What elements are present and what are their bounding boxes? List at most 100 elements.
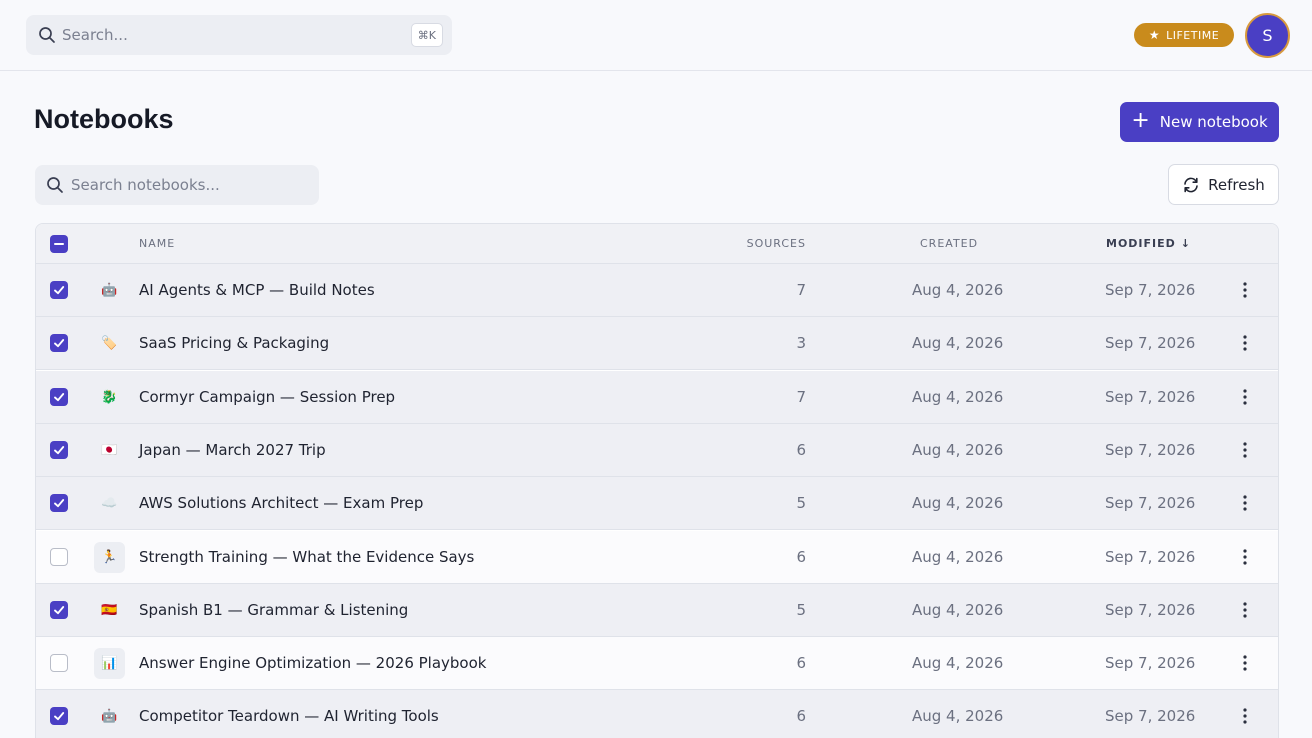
row-checkbox[interactable] — [50, 281, 68, 299]
refresh-icon — [1184, 177, 1198, 192]
column-header-created[interactable]: CREATED — [920, 237, 978, 250]
notebook-name[interactable]: Japan — March 2027 Trip — [139, 441, 326, 459]
table-row[interactable]: 🤖 Competitor Teardown — AI Writing Tools 6… — [36, 690, 1278, 738]
new-notebook-button[interactable]: + New notebook — [1120, 102, 1279, 142]
notebook-sources-count: 6 — [796, 547, 806, 566]
row-checkbox[interactable] — [50, 547, 68, 566]
more-vertical-icon — [1243, 282, 1247, 298]
check-icon — [54, 499, 65, 508]
notebook-sources-count: 6 — [796, 440, 806, 459]
notebook-name[interactable]: Competitor Teardown — AI Writing Tools — [139, 707, 439, 725]
notebook-sources-count: 3 — [796, 334, 806, 353]
refresh-label: Refresh — [1208, 175, 1265, 194]
row-checkbox[interactable] — [50, 387, 68, 406]
notebook-icon: 📊 — [94, 648, 125, 680]
table-row[interactable]: 📊 Answer Engine Optimization — 2026 Playb… — [36, 637, 1278, 691]
row-actions-button[interactable] — [1236, 600, 1254, 620]
notebook-modified-date: Sep 7, 2026 — [1105, 547, 1196, 566]
avatar-initial: S — [1262, 26, 1273, 45]
notebook-icon: 🇪🇸 — [101, 602, 118, 618]
column-header-modified-label: MODIFIED — [1106, 237, 1176, 250]
notebook-created-date: Aug 4, 2026 — [912, 494, 1004, 513]
more-vertical-icon — [1243, 548, 1247, 565]
column-header-sources[interactable]: SOURCES — [747, 237, 806, 250]
table-row[interactable]: 🇯🇵 Japan — March 2027 Trip 6 Aug 4, 2026 Sep… — [36, 423, 1278, 477]
notebook-modified-date: Sep 7, 2026 — [1105, 707, 1196, 726]
notebook-created-date: Aug 4, 2026 — [912, 600, 1004, 619]
row-checkbox[interactable] — [50, 600, 68, 619]
table-row[interactable]: 🐉 Cormyr Campaign — Session Prep 7 Aug 4, 2… — [36, 370, 1278, 424]
check-icon — [54, 712, 65, 721]
notebook-search-placeholder: Search notebooks... — [71, 176, 220, 194]
check-icon — [54, 392, 65, 401]
table-row[interactable]: 🏃 Strength Training — What the Evidence S… — [36, 530, 1278, 584]
check-icon — [54, 286, 65, 295]
table-row[interactable]: 🏷️ SaaS Pricing & Packaging 3 Aug 4, 2026 Se… — [36, 317, 1278, 371]
notebook-modified-date: Sep 7, 2026 — [1105, 600, 1196, 619]
column-header-modified[interactable]: MODIFIED ↓ — [1106, 237, 1191, 250]
notebook-name[interactable]: SaaS Pricing & Packaging — [139, 334, 329, 352]
notebook-name[interactable]: Spanish B1 — Grammar & Listening — [139, 601, 408, 619]
top-bar: Search... ⌘K ★ LIFETIME S — [0, 0, 1312, 71]
row-actions-button[interactable] — [1236, 493, 1254, 513]
notebook-modified-date: Sep 7, 2026 — [1105, 281, 1196, 299]
row-actions-button[interactable] — [1236, 440, 1254, 460]
plan-badge-label: LIFETIME — [1166, 28, 1220, 42]
plan-badge: ★ LIFETIME — [1134, 23, 1234, 47]
notebook-name[interactable]: AWS Solutions Architect — Exam Prep — [139, 494, 423, 512]
row-checkbox[interactable] — [50, 334, 68, 353]
notebook-sources-count: 7 — [796, 387, 806, 406]
row-actions-button[interactable] — [1236, 280, 1254, 300]
row-checkbox[interactable] — [50, 440, 68, 459]
global-search-input[interactable]: Search... ⌘K — [26, 15, 452, 55]
table-row[interactable]: 🇪🇸 Spanish B1 — Grammar & Listening 5 Aug 4… — [36, 583, 1278, 637]
notebook-icon: ☁️ — [101, 496, 118, 512]
notebook-modified-date: Sep 7, 2026 — [1105, 654, 1196, 673]
notebook-modified-date: Sep 7, 2026 — [1105, 494, 1196, 513]
notebook-name[interactable]: Answer Engine Optimization — 2026 Playbo… — [139, 654, 486, 672]
notebook-name[interactable]: Cormyr Campaign — Session Prep — [139, 388, 395, 406]
notebook-search-input[interactable]: Search notebooks... — [35, 165, 319, 205]
row-checkbox[interactable] — [50, 707, 68, 726]
notebook-icon: 🇯🇵 — [101, 442, 118, 458]
notebook-created-date: Aug 4, 2026 — [912, 281, 1004, 299]
minus-icon — [54, 243, 64, 245]
notebook-icon: 🐉 — [101, 389, 118, 405]
row-actions-button[interactable] — [1236, 547, 1254, 567]
notebook-created-date: Aug 4, 2026 — [912, 334, 1004, 353]
more-vertical-icon — [1243, 335, 1247, 351]
global-search-placeholder: Search... — [62, 26, 128, 44]
notebook-name[interactable]: Strength Training — What the Evidence Sa… — [139, 548, 474, 566]
refresh-button[interactable]: Refresh — [1168, 164, 1279, 205]
plus-icon: + — [1131, 108, 1150, 133]
notebook-icon: 🤖 — [101, 283, 118, 298]
notebook-modified-date: Sep 7, 2026 — [1105, 387, 1196, 406]
more-vertical-icon — [1243, 708, 1247, 724]
notebook-sources-count: 6 — [796, 707, 806, 726]
notebook-modified-date: Sep 7, 2026 — [1105, 440, 1196, 459]
more-vertical-icon — [1243, 495, 1247, 511]
notebook-created-date: Aug 4, 2026 — [912, 387, 1004, 406]
table-row[interactable]: 🤖 AI Agents & MCP — Build Notes 7 Aug 4, 20… — [36, 264, 1278, 317]
notebook-name[interactable]: AI Agents & MCP — Build Notes — [139, 281, 375, 299]
notebook-created-date: Aug 4, 2026 — [912, 547, 1004, 566]
check-icon — [54, 605, 65, 614]
table-row[interactable]: ☁️ AWS Solutions Architect — Exam Prep 5 Au… — [36, 477, 1278, 531]
select-all-checkbox[interactable] — [50, 235, 68, 253]
row-actions-button[interactable] — [1236, 333, 1254, 353]
row-checkbox[interactable] — [50, 494, 68, 513]
more-vertical-icon — [1243, 655, 1247, 671]
row-actions-button[interactable] — [1236, 387, 1254, 407]
row-actions-button[interactable] — [1236, 706, 1254, 726]
notebook-icon: 🤖 — [101, 709, 118, 725]
notebook-created-date: Aug 4, 2026 — [912, 654, 1004, 673]
notebooks-table: NAME SOURCES CREATED MODIFIED ↓ 🤖 AI Agent… — [35, 223, 1279, 738]
user-avatar[interactable]: S — [1245, 13, 1290, 58]
notebook-icon: 🏃 — [94, 541, 125, 573]
row-actions-button[interactable] — [1236, 653, 1254, 673]
more-vertical-icon — [1243, 388, 1247, 405]
column-header-name[interactable]: NAME — [139, 237, 175, 250]
page-title: Notebooks — [34, 104, 174, 134]
check-icon — [54, 339, 65, 348]
row-checkbox[interactable] — [50, 654, 68, 673]
